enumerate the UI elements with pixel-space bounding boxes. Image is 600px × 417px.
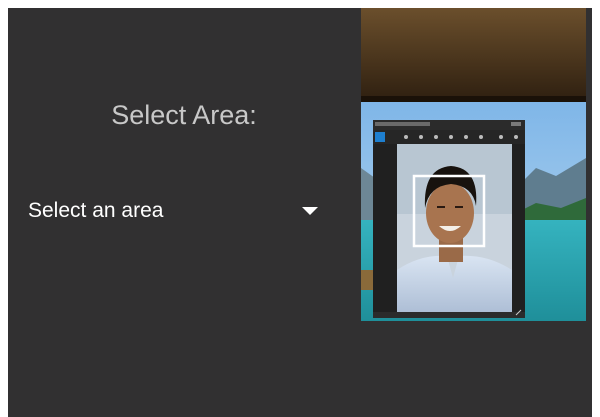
viewer-window-title — [375, 122, 430, 126]
camera-preview — [361, 8, 586, 321]
camera-preview-image — [361, 8, 586, 321]
chevron-down-icon — [302, 207, 318, 215]
area-select-dropdown[interactable]: Select an area — [28, 193, 324, 229]
area-select-value: Select an area — [28, 199, 164, 222]
page-title: Select Area: — [111, 100, 257, 130]
